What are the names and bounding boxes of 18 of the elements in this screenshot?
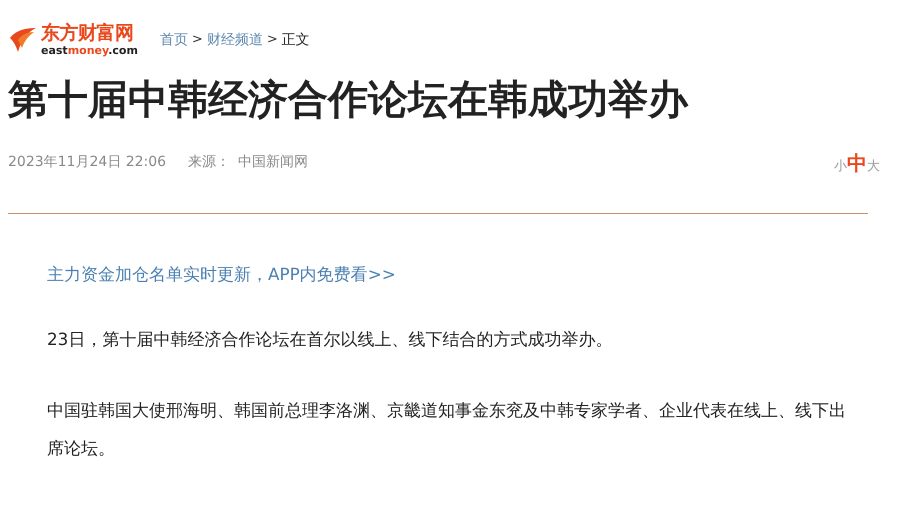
font-size-button[interactable]: 中: [847, 152, 867, 172]
breadcrumb-link[interactable]: 首页: [160, 30, 188, 50]
flame-logo-icon: [8, 26, 38, 54]
breadcrumb-separator: >: [192, 31, 203, 50]
source-name: 中国新闻网: [238, 153, 308, 172]
breadcrumb-current: 正文: [282, 30, 310, 50]
logo-name: 东方财富网: [41, 24, 135, 43]
promo-link[interactable]: 主力资金加仓名单实时更新，APP内免费看>>: [47, 262, 860, 288]
publish-date: 2023年11月24日 22:06: [8, 153, 166, 172]
article-paragraph: 中国驻韩国大使邢海明、韩国前总理李洛渊、京畿道知事金东兖及中韩专家学者、企业代表在线上、线下出席论坛。: [47, 399, 847, 460]
breadcrumb-separator: >: [266, 31, 278, 50]
font-size-button[interactable]: 大: [867, 160, 880, 172]
article-paragraph: 23日，第十届中韩经济合作论坛在首尔以线上、线下结合的方式成功举办。: [47, 328, 614, 352]
article-title: 第十届中韩经济合作论坛在韩成功举办: [7, 76, 690, 124]
font-size-button[interactable]: 小: [834, 160, 847, 172]
breadcrumb-link[interactable]: 财经频道: [206, 30, 263, 50]
source-label: 来源：: [188, 153, 230, 172]
logo-domain: eastmoney.com: [41, 45, 138, 56]
